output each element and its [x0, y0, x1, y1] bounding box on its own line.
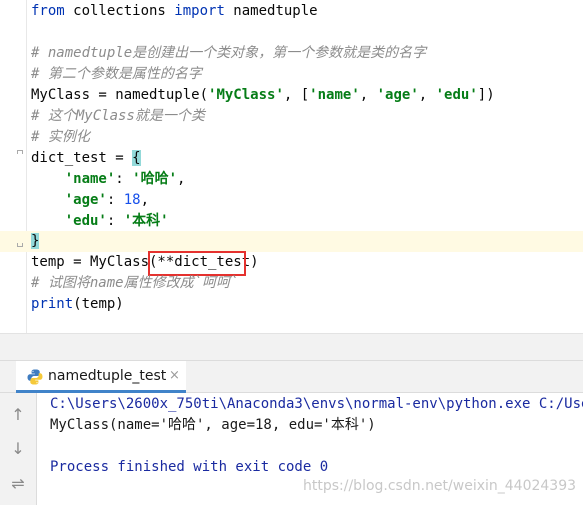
code-text: , [359, 87, 377, 103]
code-text: : [106, 213, 124, 229]
string-literal: 'name' [309, 87, 360, 103]
keyword-from: from [31, 3, 65, 19]
dict-key: 'age' [64, 192, 107, 208]
console-toolbar: ↑ ↓ ⇌ [0, 393, 37, 505]
run-tab-bar: namedtuple_test × [0, 360, 583, 393]
fold-close-icon[interactable] [17, 243, 23, 247]
code-line-11: 'edu': '本科' [31, 211, 169, 232]
comment-line: # 实例化 [31, 129, 90, 145]
tab-namedtuple-test[interactable]: namedtuple_test × [16, 361, 186, 393]
string-literal: 'age' [376, 87, 419, 103]
import-name: namedtuple [224, 3, 318, 19]
comment-line: # 第二个参数是属性的名字 [31, 66, 202, 82]
code-text: (temp) [73, 296, 124, 312]
dict-key: 'edu' [64, 213, 107, 229]
watermark: https://blog.csdn.net/weixin_44024393 [303, 478, 577, 494]
panel-splitter[interactable] [0, 334, 583, 360]
code-text: MyClass = namedtuple( [31, 87, 209, 103]
module-name: collections [64, 3, 175, 19]
code-line-1: from collections import namedtuple [31, 1, 318, 22]
output-command-line: C:\Users\2600x_750ti\Anaconda3\envs\norm… [50, 396, 583, 412]
string-literal: 'MyClass' [208, 87, 284, 103]
close-brace: } [31, 233, 40, 249]
output-exit-line: Process finished with exit code 0 [50, 459, 329, 475]
code-text: : [115, 171, 133, 187]
keyword-import: import [174, 3, 225, 19]
code-text: : [106, 192, 124, 208]
code-text: , [140, 192, 150, 208]
code-line-15: print(temp) [31, 294, 124, 315]
open-brace: { [132, 150, 141, 166]
dict-value: '哈哈' [132, 171, 178, 187]
code-editor[interactable]: from collections import namedtuple # nam… [0, 0, 583, 334]
run-console[interactable]: ↑ ↓ ⇌ C:\Users\2600x_750ti\Anaconda3\env… [0, 393, 583, 505]
code-text: dict_test = [31, 150, 133, 166]
dict-value: '本科' [123, 213, 169, 229]
close-icon[interactable]: × [169, 361, 180, 391]
builtin-print: print [31, 296, 74, 312]
current-line-highlight [0, 231, 583, 252]
comment-line: # namedtuple是创建出一个类对象，第一个参数就是类的名字 [31, 45, 427, 61]
code-text: , [177, 171, 186, 187]
soft-wrap-icon[interactable]: ⇌ [8, 474, 28, 494]
code-text: , [418, 87, 436, 103]
fold-open-icon[interactable] [17, 150, 23, 154]
editor-gutter [0, 0, 27, 334]
code-line-8: dict_test = { [31, 148, 141, 169]
gutter-divider [26, 0, 27, 334]
code-line-12: } [31, 231, 40, 252]
code-line-5: MyClass = namedtuple('MyClass', ['name',… [31, 85, 495, 106]
code-text: ]) [477, 87, 495, 103]
dict-key: 'name' [64, 171, 116, 187]
tab-label: namedtuple_test [48, 368, 167, 384]
comment-line: # 这个MyClass就是一个类 [31, 108, 205, 124]
comment-line: # 试图将name属性修改成`呵呵` [31, 275, 239, 291]
string-literal: 'edu' [435, 87, 478, 103]
code-text: , [ [283, 87, 310, 103]
arrow-down-icon[interactable]: ↓ [8, 439, 28, 459]
number-literal: 18 [123, 192, 141, 208]
code-line-10: 'age': 18, [31, 190, 149, 211]
python-icon [26, 368, 44, 386]
arrow-up-icon[interactable]: ↑ [8, 405, 28, 425]
output-result-line: MyClass(name='哈哈', age=18, edu='本科') [50, 417, 376, 433]
code-line-9: 'name': '哈哈', [31, 169, 186, 190]
